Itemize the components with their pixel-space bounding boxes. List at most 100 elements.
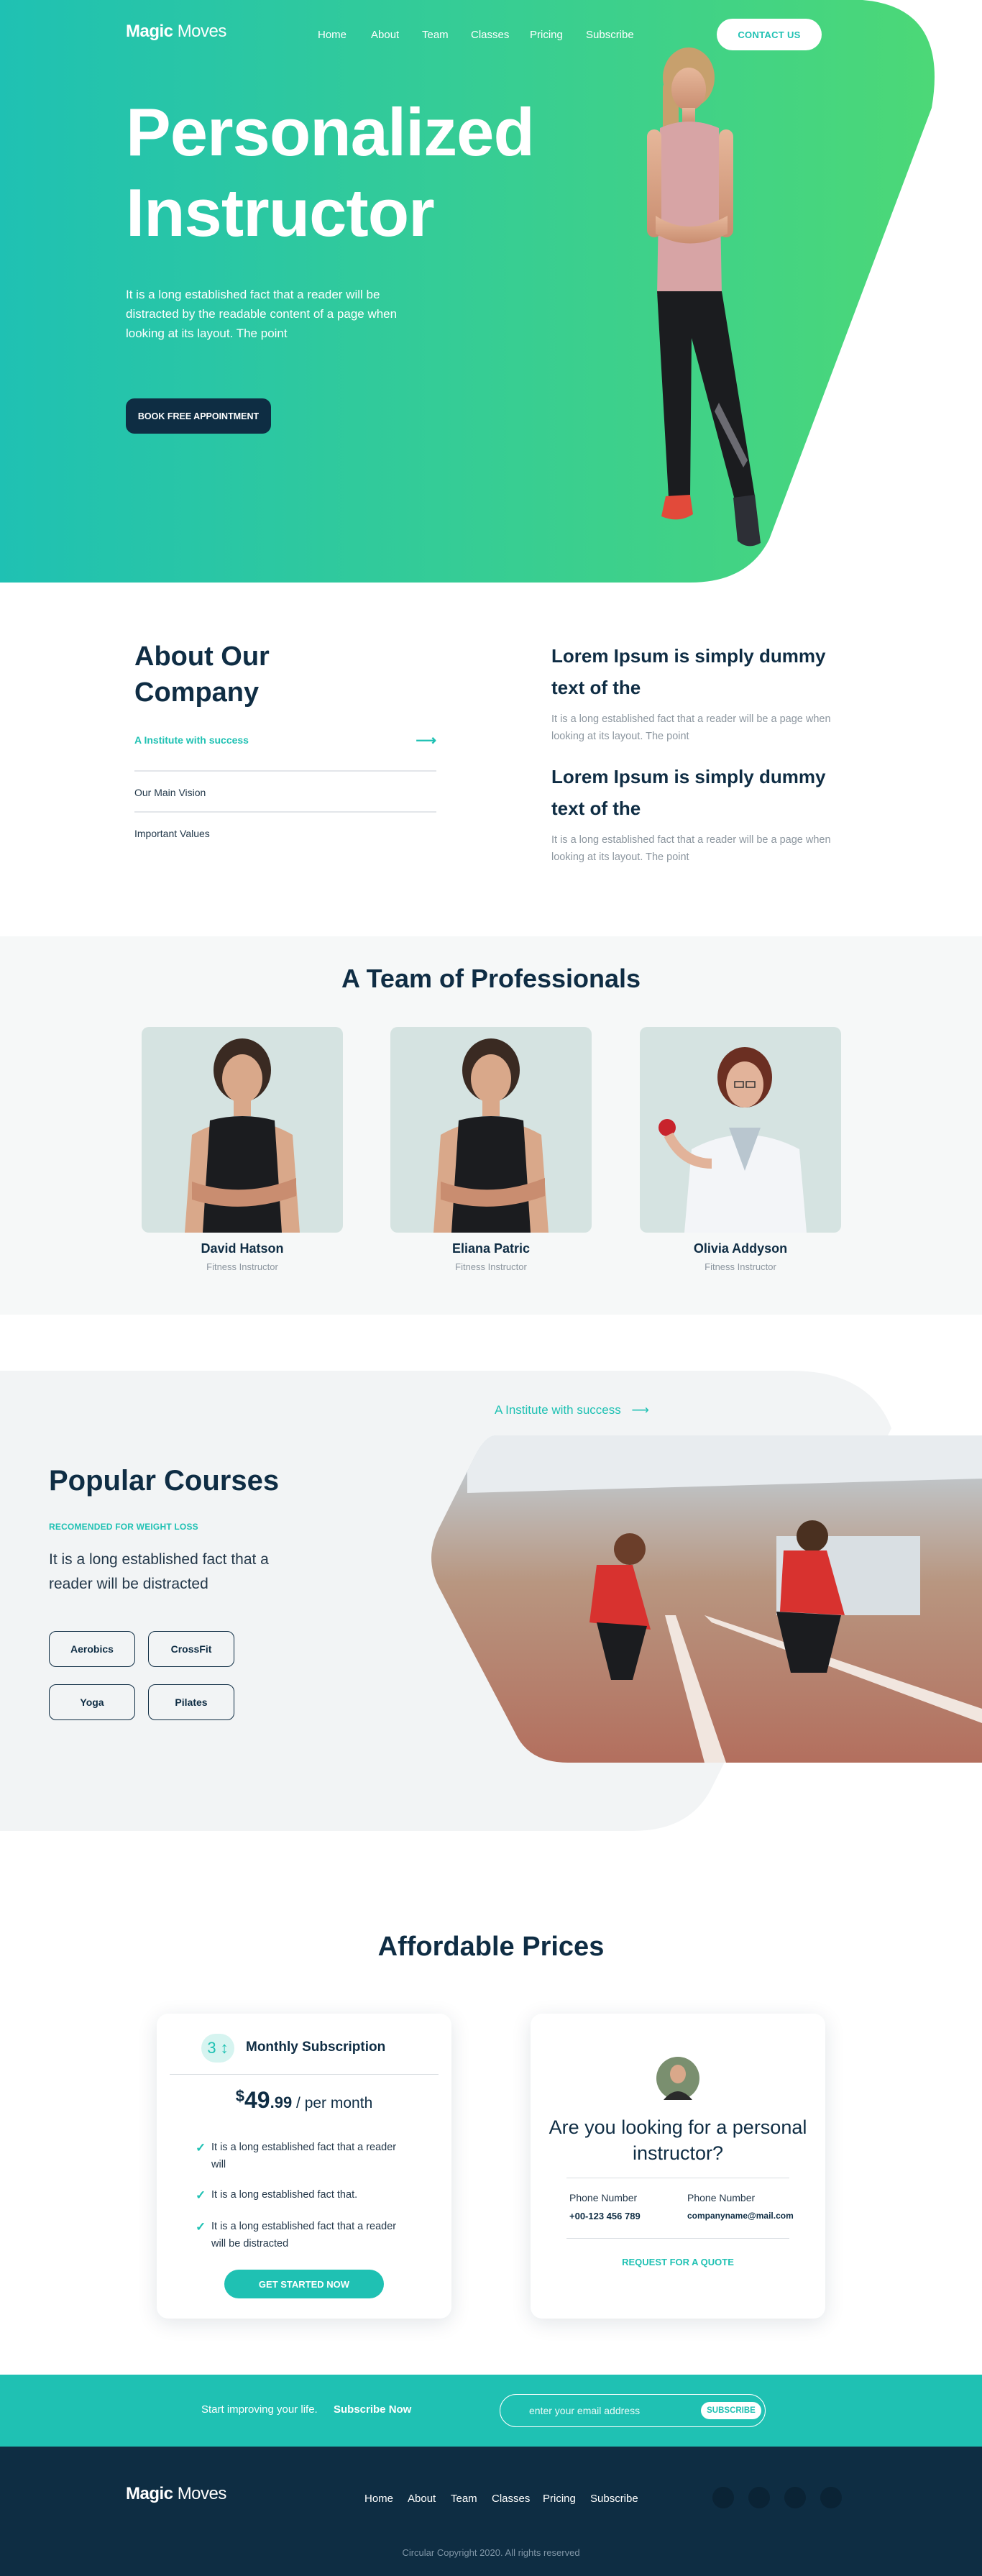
courses-description: It is a long established fact that a rea…: [49, 1551, 269, 1592]
subscription-price: $49.99 / per month: [157, 2087, 451, 2114]
team-photo: [142, 1027, 343, 1233]
instagram-icon[interactable]: [784, 2487, 806, 2508]
courses-link[interactable]: A Institute with success ⟶: [495, 1403, 649, 1417]
check-icon: ✓: [196, 2188, 206, 2202]
trainer-photo: [185, 1038, 300, 1233]
avatar: [656, 2057, 699, 2100]
brand-light: Moves: [177, 2484, 227, 2503]
subscription-card: 3 ↕ Monthly Subscription $49.99 / per mo…: [157, 2014, 451, 2319]
team-section: A Team of Professionals David Hatson Fit…: [0, 936, 982, 1315]
about-block-heading: Lorem Ipsum is simply dummy text of the: [551, 645, 826, 698]
subscription-name: Monthly Subscription: [246, 2040, 386, 2055]
subscribe-button[interactable]: SUBSCRIBE: [701, 2402, 761, 2419]
get-started-button[interactable]: GET STARTED NOW: [224, 2270, 384, 2298]
email-input[interactable]: [529, 2403, 687, 2418]
about-item-institute[interactable]: A Institute with success ⟶: [134, 733, 436, 749]
about-item-vision[interactable]: Our Main Vision: [134, 787, 436, 798]
phone-value: +00-123 456 789: [569, 2211, 641, 2221]
quote-card: Are you looking for a personal instructo…: [531, 2014, 825, 2319]
footer-nav-pricing[interactable]: Pricing: [543, 2493, 576, 2505]
card-divider: [566, 2238, 789, 2239]
phone-label: Phone Number: [569, 2192, 638, 2203]
facebook-icon[interactable]: [712, 2487, 734, 2508]
nav-about[interactable]: About: [371, 29, 399, 41]
course-pilates-button[interactable]: Pilates: [148, 1684, 234, 1720]
course-yoga-button[interactable]: Yoga: [49, 1684, 135, 1720]
price-currency: $: [235, 2087, 244, 2105]
hero-section: Magic Moves Home About Team Classes Pric…: [0, 0, 982, 583]
brand-bold: Magic: [126, 22, 173, 41]
hero-title-line1: Personalized: [126, 94, 535, 170]
request-quote-link[interactable]: REQUEST FOR A QUOTE: [531, 2257, 825, 2267]
feature-text: It is a long established fact that a rea…: [211, 2221, 397, 2250]
price-period: / per month: [292, 2095, 373, 2111]
footer-nav-about[interactable]: About: [408, 2493, 436, 2505]
member-role: Fitness Instructor: [206, 1261, 278, 1272]
feature-item: ✓ It is a long established fact that a r…: [196, 2218, 411, 2252]
member-role: Fitness Instructor: [705, 1261, 776, 1272]
feature-text: It is a long established fact that a rea…: [211, 2142, 397, 2170]
courses-title: Popular Courses: [49, 1465, 280, 1497]
footer-nav-classes[interactable]: Classes: [492, 2493, 530, 2505]
hero-description: It is a long established fact that a rea…: [126, 288, 398, 340]
doctor-photo: [659, 1047, 807, 1233]
arrow-right-icon: ⟶: [631, 1403, 649, 1417]
subscribe-now-label: Subscribe Now: [334, 2403, 412, 2416]
nav-home[interactable]: Home: [318, 29, 347, 41]
email-value: companyname@mail.com: [687, 2211, 794, 2221]
courses-background: [0, 1371, 982, 1831]
nav-team[interactable]: Team: [422, 29, 449, 41]
team-photo: [640, 1027, 841, 1233]
team-photo: [390, 1027, 592, 1233]
price-amount: 49: [244, 2087, 270, 2113]
phone-label: Phone Number: [687, 2192, 756, 2203]
linkedin-icon[interactable]: [820, 2487, 842, 2508]
twitter-icon[interactable]: [748, 2487, 770, 2508]
footer-nav-team[interactable]: Team: [451, 2493, 477, 2505]
trainer-photo: [433, 1038, 549, 1233]
footer-nav-home[interactable]: Home: [364, 2493, 393, 2505]
about-block-text: It is a long established fact that a rea…: [551, 834, 831, 863]
about-block-heading: Lorem Ipsum is simply dummy text of the: [551, 766, 826, 819]
contact-us-button[interactable]: CONTACT US: [717, 19, 822, 50]
subscribe-bar: Start improving your life. Subscribe Now…: [0, 2375, 982, 2447]
price-cents: .99: [270, 2093, 293, 2111]
runners-photo: [431, 1435, 982, 1763]
footer-brand-logo[interactable]: Magic Moves: [126, 2484, 226, 2504]
brand-light: Moves: [177, 22, 227, 41]
about-divider: [134, 770, 436, 772]
hero-title-line2: Instructor: [126, 175, 435, 250]
book-appointment-button[interactable]: BOOK FREE APPOINTMENT: [126, 398, 271, 434]
feature-item: ✓ It is a long established fact that.: [196, 2186, 411, 2203]
nav-subscribe[interactable]: Subscribe: [586, 29, 634, 41]
brand-logo[interactable]: Magic Moves: [126, 22, 226, 42]
about-item-values[interactable]: Important Values: [134, 828, 436, 839]
about-title: About Our Company: [134, 641, 270, 708]
feature-text: It is a long established fact that.: [211, 2189, 358, 2201]
brand-bold: Magic: [126, 2484, 173, 2503]
footer-nav-subscribe[interactable]: Subscribe: [590, 2493, 638, 2505]
courses-subtitle: RECOMENDED FOR WEIGHT LOSS: [49, 1522, 198, 1532]
team-title: A Team of Professionals: [341, 964, 641, 993]
subscription-badge: 3 ↕: [201, 2034, 234, 2063]
nav-pricing[interactable]: Pricing: [530, 29, 563, 41]
check-icon: ✓: [196, 2220, 206, 2234]
about-divider: [134, 811, 436, 813]
card-divider: [170, 2074, 439, 2075]
footer: Magic Moves Home About Team Classes Pric…: [0, 2447, 982, 2576]
quote-heading: Are you looking for a personal instructo…: [549, 2116, 807, 2164]
member-name: Olivia Addyson: [693, 1241, 788, 1256]
nav-classes[interactable]: Classes: [471, 29, 509, 41]
prices-title: Affordable Prices: [377, 1932, 605, 1962]
course-crossfit-button[interactable]: CrossFit: [148, 1631, 234, 1667]
hero-title: Personalized Instructor: [126, 92, 586, 253]
member-name: Eliana Patric: [451, 1241, 531, 1256]
feature-item: ✓ It is a long established fact that a r…: [196, 2139, 411, 2173]
arrow-right-icon: ⟶: [416, 733, 436, 749]
check-icon: ✓: [196, 2141, 206, 2155]
course-aerobics-button[interactable]: Aerobics: [49, 1631, 135, 1667]
subscribe-text: Start improving your life.: [201, 2403, 318, 2416]
subscribe-form: SUBSCRIBE: [500, 2394, 766, 2427]
about-item-label: A Institute with success: [134, 734, 249, 746]
member-name: David Hatson: [201, 1241, 284, 1256]
